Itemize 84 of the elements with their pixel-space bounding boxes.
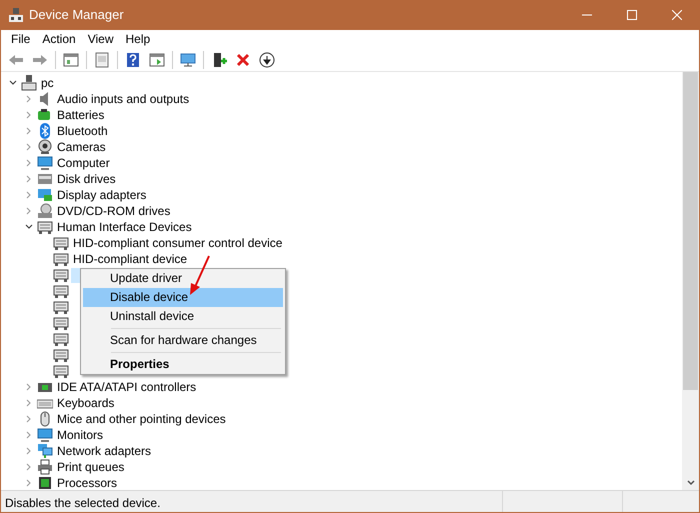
- annotation-arrow: [190, 256, 210, 295]
- hid-device-icon: [53, 299, 69, 315]
- menu-item[interactable]: Disable device: [83, 288, 283, 307]
- window-title: Device Manager: [29, 6, 124, 24]
- menu-item[interactable]: File: [5, 31, 36, 47]
- expand-icon[interactable]: [25, 191, 33, 199]
- hid-device-icon: [53, 283, 69, 299]
- bluetooth-icon: [37, 123, 53, 139]
- window-play-icon: [149, 52, 165, 68]
- menu-item[interactable]: Update driver: [83, 269, 283, 288]
- hid-device-icon: [53, 347, 69, 363]
- close-icon: [672, 10, 682, 20]
- delete-icon: [235, 52, 251, 68]
- tree-item[interactable]: Disk drives: [55, 172, 118, 186]
- expand-icon[interactable]: [25, 95, 33, 103]
- tree-item[interactable]: Processors: [55, 476, 120, 490]
- hid-device-icon: [53, 363, 69, 379]
- hid-device-icon: [53, 235, 69, 251]
- collapse-icon[interactable]: [25, 223, 33, 231]
- tree-item[interactable]: IDE ATA/ATAPI controllers: [55, 380, 198, 394]
- processor-icon: [37, 475, 53, 490]
- app-icon: [9, 8, 23, 22]
- tree-item[interactable]: pc: [39, 76, 56, 90]
- menu-item[interactable]: Uninstall device: [83, 307, 283, 326]
- maximize-icon: [626, 10, 636, 20]
- expand-icon[interactable]: [25, 127, 33, 135]
- expand-icon[interactable]: [25, 159, 33, 167]
- menu-item[interactable]: Properties: [83, 355, 283, 374]
- hid-device-icon: [53, 315, 69, 331]
- computer-icon: [21, 75, 37, 91]
- expand-icon[interactable]: [25, 463, 33, 471]
- expand-icon[interactable]: [25, 415, 33, 423]
- tree-item[interactable]: HID-compliant device: [71, 252, 190, 266]
- battery-icon: [37, 107, 53, 123]
- display-card-icon: [37, 187, 53, 203]
- monitor-icon: [37, 155, 53, 171]
- tree-item[interactable]: Computer: [55, 156, 112, 170]
- tree-item[interactable]: Audio inputs and outputs: [55, 92, 192, 106]
- help-icon: [125, 52, 141, 68]
- page-icon: [94, 52, 110, 68]
- expand-icon[interactable]: [25, 399, 33, 407]
- scroll-thumb[interactable]: [683, 72, 698, 390]
- tree-item[interactable]: Bluetooth: [55, 124, 110, 138]
- tree-item[interactable]: Human Interface Devices: [55, 220, 194, 234]
- disc-drive-icon: [37, 203, 53, 219]
- monitor-icon: [37, 427, 53, 443]
- network-icon: [37, 443, 53, 459]
- expand-icon[interactable]: [25, 383, 33, 391]
- tree-item[interactable]: Print queues: [55, 460, 126, 474]
- status-text: Disables the selected device.: [5, 496, 160, 510]
- hid-device-icon: [53, 331, 69, 347]
- expand-icon[interactable]: [25, 431, 33, 439]
- printer-icon: [37, 459, 53, 475]
- tree-item[interactable]: Keyboards: [55, 396, 116, 410]
- device-add-icon: [211, 52, 227, 68]
- monitor-icon: [180, 52, 196, 68]
- menu-item[interactable]: Action: [36, 31, 82, 47]
- expand-icon[interactable]: [25, 175, 33, 183]
- menu-item[interactable]: Help: [120, 31, 156, 47]
- tree-item[interactable]: Cameras: [55, 140, 108, 154]
- expand-icon[interactable]: [25, 207, 33, 215]
- tree-item[interactable]: HID-compliant consumer control device: [71, 236, 284, 250]
- tree-item[interactable]: DVD/CD-ROM drives: [55, 204, 172, 218]
- hid-device-icon: [37, 219, 53, 235]
- expand-icon[interactable]: [25, 479, 33, 487]
- tree-item[interactable]: Display adapters: [55, 188, 148, 202]
- drive-icon: [37, 171, 53, 187]
- webcam-icon: [37, 139, 53, 155]
- window-icon: [63, 52, 79, 68]
- menu-item[interactable]: View: [82, 31, 120, 47]
- hid-device-icon: [53, 251, 69, 267]
- collapse-icon[interactable]: [9, 79, 17, 87]
- scroll-down-icon[interactable]: [686, 480, 694, 486]
- download-icon: [259, 52, 275, 68]
- expand-icon[interactable]: [25, 447, 33, 455]
- hid-device-icon: [53, 267, 69, 283]
- menu-item[interactable]: Scan for hardware changes: [83, 331, 283, 350]
- tree-item[interactable]: Network adapters: [55, 444, 154, 458]
- tree-item[interactable]: Mice and other pointing devices: [55, 412, 228, 426]
- scrollbar[interactable]: [682, 72, 699, 490]
- expand-icon[interactable]: [25, 111, 33, 119]
- expand-icon[interactable]: [25, 143, 33, 151]
- tree-item[interactable]: Monitors: [55, 428, 106, 442]
- tree-item[interactable]: Batteries: [55, 108, 106, 122]
